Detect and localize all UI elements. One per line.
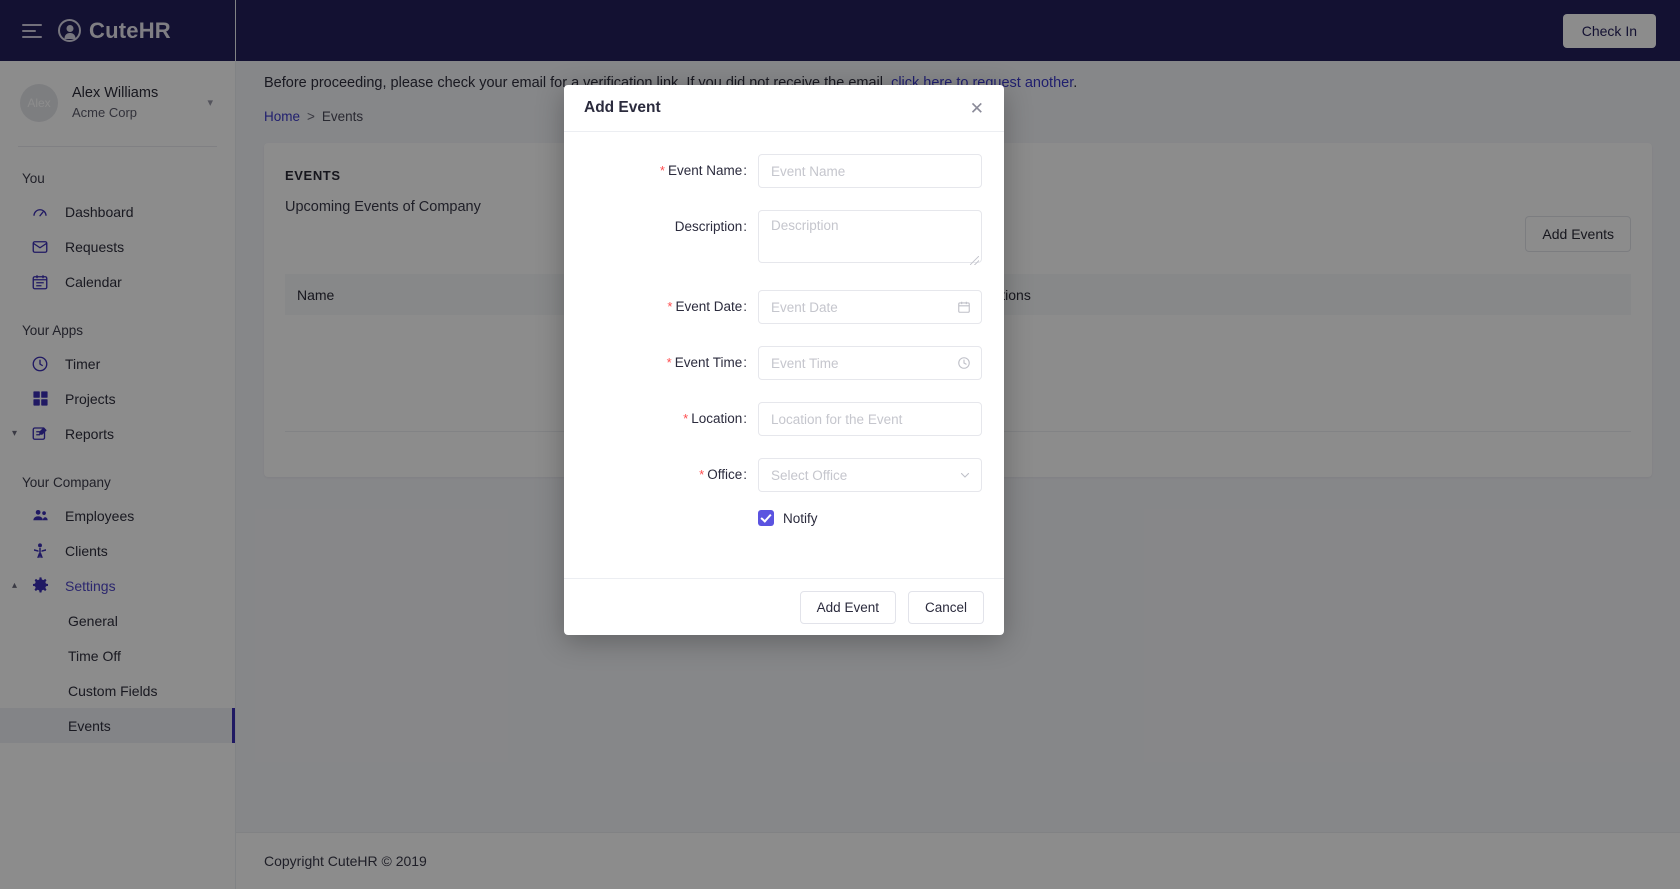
app-root: CuteHR Alex Alex Williams Acme Corp ▾ Yo… [0,0,1680,889]
field-row-office: * Office: Select Office [564,458,982,492]
required-asterisk: * [667,299,673,314]
field-label-text: Office [707,467,743,482]
required-asterisk: * [659,163,665,178]
field-row-description: Description: [564,210,982,268]
submit-add-event-button[interactable]: Add Event [799,590,896,624]
field-label-description: Description: [674,219,747,234]
add-event-modal: Add Event ✕ *Event Name: Description: [564,85,1004,635]
location-input[interactable] [758,402,982,436]
field-label-text: Description [674,219,743,234]
office-select[interactable]: Select Office [758,458,982,492]
modal-body: *Event Name: Description: *Even [564,132,1004,578]
field-row-event-date: * Event Date: [564,290,982,324]
description-textarea[interactable] [758,210,982,263]
close-x-icon[interactable]: ✕ [970,100,984,117]
field-row-event-name: * Event Name: [564,154,982,188]
cancel-button[interactable]: Cancel [907,590,984,624]
notify-row: Notify [564,510,982,526]
notify-label: Notify [783,510,818,526]
field-label-location: * Location: [683,411,747,426]
required-asterisk: * [666,355,672,370]
field-label-office: * Office: [699,467,747,482]
event-time-input[interactable] [758,346,982,380]
modal-header: Add Event ✕ [564,85,1004,132]
field-label-text: Event Date [675,299,743,314]
field-label-event-time: * Event Time: [666,355,747,370]
field-label-text: Event Name [667,163,743,178]
field-label-text: Location [691,411,743,426]
notify-checkbox[interactable] [758,510,774,526]
field-row-event-time: * Event Time: [564,346,982,380]
field-label-event-date: * Event Date: [667,299,747,314]
modal-title: Add Event [584,99,661,116]
field-label-event-name: * Event Name: [659,163,747,178]
required-asterisk: * [683,411,689,426]
event-date-input[interactable] [758,290,982,324]
office-select-value: Select Office [771,467,848,483]
field-label-text: Event Time [674,355,743,370]
event-name-input[interactable] [758,154,982,188]
required-asterisk: * [699,467,705,482]
field-row-location: * Location: [564,402,982,436]
modal-footer: Add Event Cancel [564,578,1004,635]
